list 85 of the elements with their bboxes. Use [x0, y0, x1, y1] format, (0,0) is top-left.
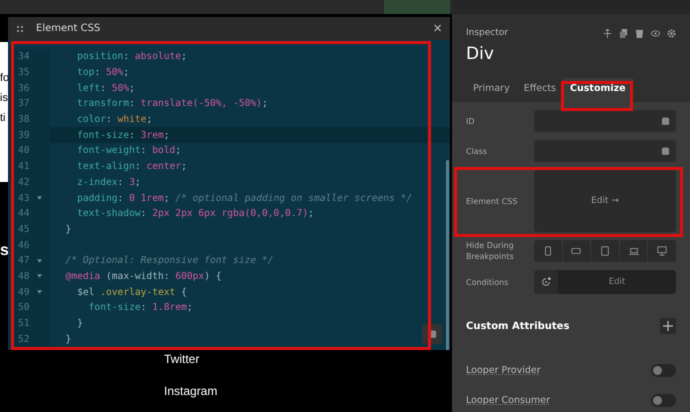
phone-landscape-icon [571, 246, 582, 256]
toggle-label: Looper Consumer [466, 395, 550, 406]
line-number: 38 [18, 114, 31, 126]
field-label: ID [466, 116, 476, 126]
fold-caret-icon[interactable] [37, 196, 42, 200]
section-title: Custom Attributes [466, 320, 570, 332]
annotation-frame [561, 81, 633, 111]
line-number: 42 [18, 176, 31, 188]
close-button[interactable]: × [433, 21, 442, 36]
toggle-label: Looper Provider [466, 365, 541, 376]
code-line: font-weight: bold; [76, 145, 182, 156]
code-line: z-index: 3; [76, 176, 141, 188]
code-line: font-size: 3rem; [76, 130, 170, 141]
line-number: 34 [18, 51, 31, 62]
conditions-icon [541, 277, 551, 287]
database-icon [661, 116, 670, 126]
laptop-icon [628, 246, 639, 256]
toggle-switch[interactable] [651, 394, 676, 407]
settings-icon[interactable] [667, 28, 676, 38]
input-field[interactable] [534, 110, 676, 132]
line-number: 37 [18, 98, 31, 110]
code-line: transform: translate(-50%, -50%); [76, 98, 268, 110]
code-line: padding: 0 1rem; /* optional padding on smaller screens */ [76, 192, 412, 204]
line-number: 39 [18, 130, 31, 141]
code-line: text-align: center; [76, 161, 187, 172]
scrollbar[interactable] [446, 160, 449, 350]
code-line: font-size: 1.8rem; [88, 302, 193, 314]
code-line: } [76, 318, 83, 330]
line-number: 51 [18, 318, 31, 330]
code-line: text-shadow: 2px 2px 6px rgba(0,0,0,0.7); [76, 208, 314, 220]
line-number: 41 [18, 161, 31, 172]
plus-icon [663, 321, 673, 331]
element-name: Div [466, 44, 494, 64]
copy-icon[interactable] [619, 28, 628, 38]
field-label: Conditions [466, 276, 510, 288]
field-label: Element CSS [466, 196, 518, 206]
line-number: 49 [18, 286, 31, 298]
fold-caret-icon[interactable] [37, 290, 42, 294]
code-line: } [64, 224, 72, 235]
eye-icon[interactable] [651, 28, 660, 38]
edit-css-button[interactable]: Edit → [534, 170, 676, 232]
footer-link[interactable]: Instagram [164, 384, 218, 398]
panel-title: Inspector [466, 28, 508, 38]
code-line: /* Optional: Responsive font size */ [64, 255, 274, 266]
code-line: top: 50%; [76, 67, 130, 78]
desktop-icon [657, 246, 668, 256]
fold-caret-icon[interactable] [37, 274, 42, 278]
line-number: 48 [18, 270, 31, 282]
code-line: @media (max-width: 600px) { [64, 270, 222, 282]
page-text: ti [0, 112, 6, 124]
drag-handle-icon[interactable] [16, 24, 24, 32]
line-number: 46 [18, 240, 31, 251]
toggle-switch[interactable] [651, 364, 676, 377]
code-line: $el .overlay-text { [76, 286, 187, 298]
line-number: 36 [18, 82, 31, 94]
database-icon [661, 146, 670, 156]
field-label: Class [466, 146, 488, 156]
tablet-icon [600, 246, 610, 256]
code-line: } [64, 334, 72, 345]
move-icon[interactable] [603, 28, 612, 38]
trash-icon[interactable] [635, 28, 644, 38]
inspector-tab[interactable]: Effects [516, 78, 564, 102]
line-number: 44 [18, 208, 31, 220]
line-number: 40 [18, 145, 31, 156]
add-button[interactable] [660, 318, 676, 334]
modal-title: Element CSS [36, 23, 102, 34]
line-number: 43 [18, 192, 31, 204]
fold-caret-icon[interactable] [37, 258, 42, 263]
conditions-edit-button[interactable]: Edit [558, 270, 676, 294]
line-number: 35 [18, 67, 31, 78]
code-line: left: 50%; [76, 82, 135, 94]
line-number: 45 [18, 224, 31, 235]
line-number: 50 [18, 302, 31, 314]
inspector-tab[interactable]: Primary [466, 78, 517, 102]
page-heading: s [0, 242, 9, 260]
page-text: is [0, 92, 8, 104]
code-line: position: absolute; [76, 51, 187, 62]
line-number: 52 [18, 334, 31, 345]
code-line: color: white; [76, 114, 152, 126]
footer-link[interactable]: Twitter [164, 352, 200, 366]
phone-icon [542, 246, 553, 256]
line-number: 47 [18, 255, 31, 266]
conditions-button[interactable] [534, 270, 558, 294]
input-field[interactable] [534, 140, 676, 162]
field-label: Hide During Breakpoints [466, 240, 515, 262]
